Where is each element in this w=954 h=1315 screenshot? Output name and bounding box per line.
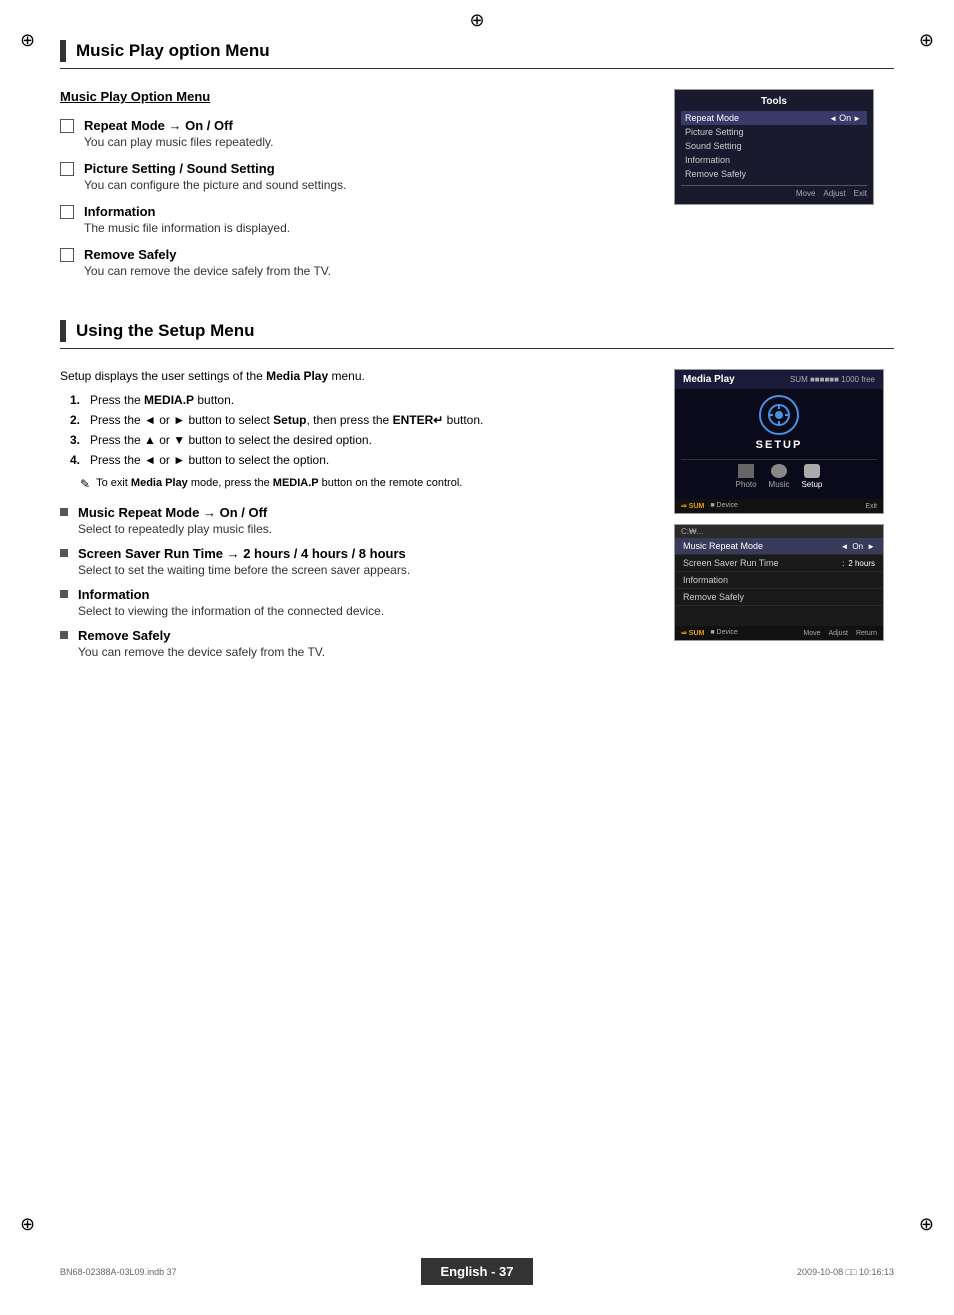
square-content-1: Music Repeat Mode → On / Off Select to r… bbox=[78, 505, 654, 536]
checkbox-icon-4 bbox=[60, 248, 74, 262]
mp-tabs: Photo Music Setup bbox=[681, 459, 877, 493]
item-desc-4: You can remove the device safely from th… bbox=[84, 264, 654, 278]
tools-footer: Move Adjust Exit bbox=[681, 185, 867, 198]
item-desc-1: You can play music files repeatedly. bbox=[84, 135, 654, 149]
page-footer: BN68-02388A-03L09.indb 37 English - 37 2… bbox=[0, 1258, 954, 1285]
section1-left: Music Play Option Menu Repeat Mode → On … bbox=[60, 89, 654, 290]
section2-intro: Setup displays the user settings of the … bbox=[60, 369, 654, 383]
square-content-2: Screen Saver Run Time → 2 hours / 4 hour… bbox=[78, 546, 654, 577]
square-icon-2 bbox=[60, 549, 68, 557]
square-title-4: Remove Safely bbox=[78, 628, 654, 643]
setup-menu-item-repeat: Music Repeat Mode ◄ On ► bbox=[675, 538, 883, 555]
item-desc-3: The music file information is displayed. bbox=[84, 221, 654, 235]
list-item-repeat-mode: Repeat Mode → On / Off You can play musi… bbox=[60, 118, 654, 149]
square-icon-1 bbox=[60, 508, 68, 516]
section2-screenshots: Media Play SUM ■■■■■■ 1000 free bbox=[674, 369, 894, 669]
setup-menu-screenshot: C:₩... Music Repeat Mode ◄ On ► Screen S… bbox=[674, 524, 884, 641]
steps-list: 1. Press the MEDIA.P button. 2. Press th… bbox=[70, 393, 654, 467]
mp-setup-label: SETUP bbox=[756, 439, 803, 451]
item-title-3: Information bbox=[84, 204, 654, 219]
tools-title: Tools bbox=[681, 96, 867, 107]
square-title-3: Information bbox=[78, 587, 654, 602]
square-content-4: Remove Safely You can remove the device … bbox=[78, 628, 654, 659]
footer-badge: English - 37 bbox=[421, 1258, 534, 1285]
setup-spacer bbox=[675, 606, 883, 626]
section2-header: Using the Setup Menu bbox=[60, 320, 894, 349]
footer-right-info: 2009-10-08 □□ 10:16:13 bbox=[797, 1267, 894, 1277]
section1-title: Music Play option Menu bbox=[76, 41, 270, 61]
setup-footer: ⇒ SUM ■ Device Move Adjust Return bbox=[675, 626, 883, 640]
mp-setup-icon bbox=[759, 395, 799, 435]
tools-item-repeat-mode: Repeat Mode ◄ On ► bbox=[681, 111, 867, 125]
section2-title: Using the Setup Menu bbox=[76, 321, 255, 341]
section1-subsection-title: Music Play Option Menu bbox=[60, 89, 654, 104]
checkbox-icon-3 bbox=[60, 205, 74, 219]
list-item-remove-safely: Remove Safely You can remove the device … bbox=[60, 247, 654, 278]
mp-footer: ⇒ SUM ■ Device Exit bbox=[675, 499, 883, 513]
section1-bar bbox=[60, 40, 66, 62]
item-desc-2: You can configure the picture and sound … bbox=[84, 178, 654, 192]
tools-item-sound: Sound Setting bbox=[681, 139, 867, 153]
section2-content: Setup displays the user settings of the … bbox=[60, 369, 894, 669]
step-4: 4. Press the ◄ or ► button to select the… bbox=[70, 453, 654, 467]
setup-item-screen-saver: Screen Saver Run Time → 2 hours / 4 hour… bbox=[60, 546, 654, 577]
footer-left-info: BN68-02388A-03L09.indb 37 bbox=[60, 1267, 177, 1277]
step-2: 2. Press the ◄ or ► button to select Set… bbox=[70, 413, 654, 427]
square-desc-3: Select to viewing the information of the… bbox=[78, 604, 654, 618]
item-content-2: Picture Setting / Sound Setting You can … bbox=[84, 161, 654, 192]
tools-item-picture: Picture Setting bbox=[681, 125, 867, 139]
mp-header: Media Play SUM ■■■■■■ 1000 free bbox=[675, 370, 883, 389]
square-desc-4: You can remove the device safely from th… bbox=[78, 645, 654, 659]
square-content-3: Information Select to viewing the inform… bbox=[78, 587, 654, 618]
step-3: 3. Press the ▲ or ▼ button to select the… bbox=[70, 433, 654, 447]
square-items-list: Music Repeat Mode → On / Off Select to r… bbox=[60, 505, 654, 659]
mp-tab-music: Music bbox=[769, 464, 790, 489]
section2: Using the Setup Menu Setup displays the … bbox=[60, 320, 894, 669]
section2-bar bbox=[60, 320, 66, 342]
square-title-1: Music Repeat Mode → On / Off bbox=[78, 505, 654, 520]
tools-screenshot: Tools Repeat Mode ◄ On ► Picture Setting… bbox=[674, 89, 894, 290]
item-content-1: Repeat Mode → On / Off You can play musi… bbox=[84, 118, 654, 149]
tools-item-info: Information bbox=[681, 153, 867, 167]
section2-left: Setup displays the user settings of the … bbox=[60, 369, 654, 669]
tools-menu-image: Tools Repeat Mode ◄ On ► Picture Setting… bbox=[674, 89, 874, 205]
section1-header: Music Play option Menu bbox=[60, 40, 894, 69]
section1-content: Music Play Option Menu Repeat Mode → On … bbox=[60, 89, 894, 290]
note-item: ✎ To exit Media Play mode, press the MED… bbox=[80, 477, 654, 491]
square-icon-4 bbox=[60, 631, 68, 639]
setup-screenshot-header: C:₩... bbox=[675, 525, 883, 538]
mp-tab-photo: Photo bbox=[736, 464, 757, 489]
mp-tab-setup: Setup bbox=[801, 464, 822, 489]
setup-item-remove-safely: Remove Safely You can remove the device … bbox=[60, 628, 654, 659]
setup-item-information: Information Select to viewing the inform… bbox=[60, 587, 654, 618]
setup-item-music-repeat: Music Repeat Mode → On / Off Select to r… bbox=[60, 505, 654, 536]
checkbox-icon-2 bbox=[60, 162, 74, 176]
media-play-screenshot: Media Play SUM ■■■■■■ 1000 free bbox=[674, 369, 884, 514]
checkbox-icon-1 bbox=[60, 119, 74, 133]
item-title-1: Repeat Mode → On / Off bbox=[84, 118, 654, 133]
list-item-picture-setting: Picture Setting / Sound Setting You can … bbox=[60, 161, 654, 192]
step-1: 1. Press the MEDIA.P button. bbox=[70, 393, 654, 407]
list-item-information: Information The music file information i… bbox=[60, 204, 654, 235]
square-desc-1: Select to repeatedly play music files. bbox=[78, 522, 654, 536]
square-title-2: Screen Saver Run Time → 2 hours / 4 hour… bbox=[78, 546, 654, 561]
square-desc-2: Select to set the waiting time before th… bbox=[78, 563, 654, 577]
item-content-4: Remove Safely You can remove the device … bbox=[84, 247, 654, 278]
square-icon-3 bbox=[60, 590, 68, 598]
item-title-4: Remove Safely bbox=[84, 247, 654, 262]
setup-menu-item-information: Information bbox=[675, 572, 883, 589]
mp-body: SETUP Photo Music bbox=[675, 389, 883, 499]
item-title-2: Picture Setting / Sound Setting bbox=[84, 161, 654, 176]
setup-menu-item-remove: Remove Safely bbox=[675, 589, 883, 606]
item-content-3: Information The music file information i… bbox=[84, 204, 654, 235]
tools-item-remove: Remove Safely bbox=[681, 167, 867, 181]
page: Music Play option Menu Music Play Option… bbox=[0, 0, 954, 1315]
setup-menu-item-screensaver: Screen Saver Run Time : 2 hours bbox=[675, 555, 883, 572]
